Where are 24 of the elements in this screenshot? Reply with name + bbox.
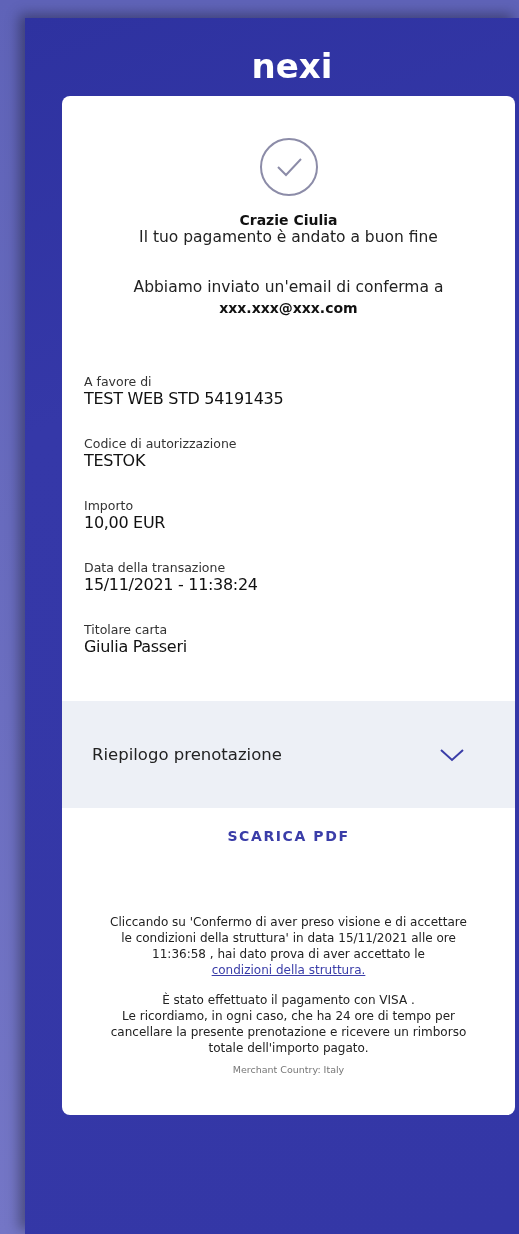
detail-label: A favore di (84, 374, 153, 389)
detail-value: 10,00 EUR (84, 513, 167, 532)
chevron-icon (439, 746, 465, 763)
greeting: Crazie Ciulia (238, 212, 339, 228)
detail-value: Giulia Passeri (84, 637, 188, 656)
email-notice: Abbiamo inviato un'email di conferma a (132, 278, 445, 296)
detail-label: Importo (84, 498, 135, 513)
terms-link[interactable]: condizioni della struttura. (211, 963, 366, 977)
logo: nexi (251, 46, 333, 88)
detail-value: 15/11/2021 - 11:38:24 (84, 575, 259, 594)
email-address: xxx.xxx@xxx.com (218, 300, 359, 316)
notice-line: Le ricordiamo, in ogni caso, che ha 24 ore di tempo per cancellare la presente prenotazione e ricevere un rimborso totale dell'importo pagato. (109, 1008, 468, 1056)
terms-paragraph: Cliccando su 'Confermo di aver preso visione e di accettare le condizioni della struttura' in data 15/11/2021 alle ore 11:36:58 , hai dato prova di aver accettato le condizioni della struttura. (109, 914, 468, 978)
download-pdf-button[interactable]: SCARICA PDF (219, 824, 358, 848)
detail-value: TEST WEB STD 54191435 (84, 389, 285, 408)
merchant-country: Merchant Country: Italy (231, 1064, 346, 1075)
check-circle-icon (257, 136, 320, 198)
detail-label: Data della transazione (84, 560, 227, 575)
status-message: Il tuo pagamento è andato a buon fine (138, 228, 439, 246)
detail-label: Codice di autorizzazione (84, 436, 238, 451)
detail-label: Titolare carta (84, 622, 169, 637)
detail-value: TESTOK (84, 451, 147, 470)
notice-line: È stato effettuato il pagamento con VISA . (161, 992, 416, 1008)
summary-accordion[interactable]: Riepilogo prenotazione (62, 701, 515, 808)
